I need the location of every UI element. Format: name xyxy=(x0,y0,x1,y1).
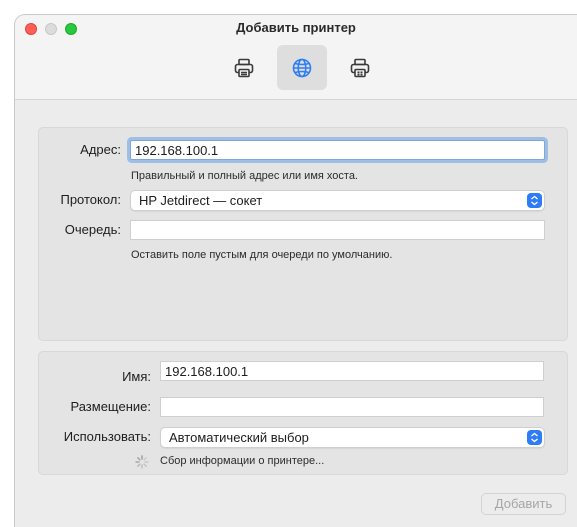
window-title: Добавить принтер xyxy=(236,20,356,35)
windows-printer-tab[interactable] xyxy=(335,45,385,90)
location-label: Размещение: xyxy=(70,399,151,414)
loading-spinner-icon xyxy=(135,455,149,469)
toolbar xyxy=(219,45,385,90)
driver-value: Автоматический выбор xyxy=(169,430,309,445)
queue-hint: Оставить поле пустым для очереди по умол… xyxy=(131,249,393,261)
address-label: Адрес: xyxy=(80,142,121,157)
protocol-select[interactable]: HP Jetdirect — сокет xyxy=(130,190,545,211)
windows-printer-icon xyxy=(350,58,370,77)
chevron-updown-icon xyxy=(527,430,542,445)
titlebar: Добавить принтер xyxy=(15,15,577,100)
add-printer-window: Добавить принтер Адрес: 192.168.100.1 Пр… xyxy=(14,14,577,527)
driver-select[interactable]: Автоматический выбор xyxy=(160,427,545,448)
chevron-updown-icon xyxy=(527,193,542,208)
queue-label: Очередь: xyxy=(64,222,121,237)
ip-printer-tab[interactable] xyxy=(277,45,327,90)
use-label: Использовать: xyxy=(63,429,151,444)
address-hint: Правильный и полный адрес или имя хоста. xyxy=(131,170,358,182)
name-label: Имя: xyxy=(122,369,151,384)
name-input[interactable] xyxy=(160,361,544,381)
default-printer-icon xyxy=(234,58,254,77)
location-input[interactable] xyxy=(160,397,544,417)
protocol-label: Протокол: xyxy=(60,192,121,207)
ip-globe-icon xyxy=(292,58,312,77)
status-text: Сбор информации о принтере... xyxy=(160,455,325,467)
protocol-value: HP Jetdirect — сокет xyxy=(139,193,263,208)
queue-input[interactable] xyxy=(130,220,545,240)
default-printer-tab[interactable] xyxy=(219,45,269,90)
address-input[interactable] xyxy=(130,140,545,160)
add-button[interactable]: Добавить xyxy=(481,493,566,515)
